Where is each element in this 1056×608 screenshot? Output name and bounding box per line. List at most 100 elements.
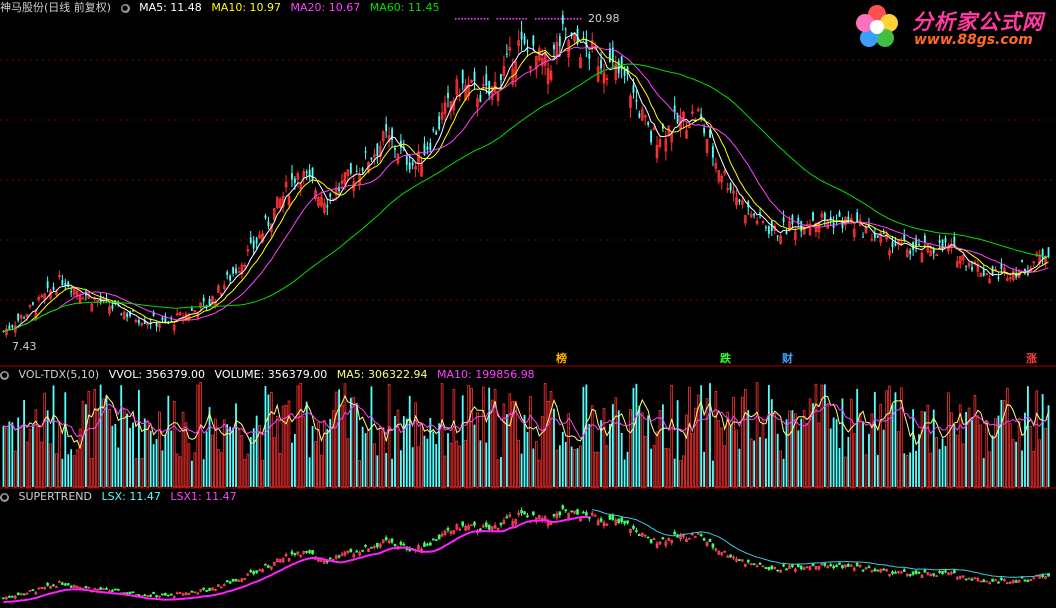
supertrend-body: [169, 593, 173, 596]
volume-bar: [755, 382, 759, 488]
volume-bar: [349, 397, 352, 487]
supertrend-body: [52, 584, 55, 587]
vvol-readout: VVOL: 356379.00: [108, 368, 206, 381]
candle-body: [647, 122, 650, 125]
flower-icon: [856, 5, 898, 47]
supertrend-body: [873, 568, 877, 572]
supertrend-body: [1014, 580, 1018, 583]
supertrend-body: [128, 591, 132, 594]
volume-bar: [1024, 412, 1026, 487]
volume-bar: [1027, 386, 1029, 487]
volume-bar: [426, 438, 429, 487]
volume-bar: [776, 433, 779, 487]
candle-body: [532, 35, 535, 46]
signal-dot: [506, 18, 508, 20]
settings-circle-icon[interactable]: ●: [120, 3, 130, 13]
stock-title[interactable]: 神马股份(日线 前复权): [0, 1, 111, 14]
supertrend-body: [370, 546, 373, 549]
supertrend-body: [570, 510, 573, 513]
supertrend-body: [349, 548, 353, 553]
candle-body: [349, 163, 352, 174]
stock-chart[interactable]: [0, 0, 1056, 608]
signal-dot: [525, 18, 527, 20]
supertrend-body: [361, 549, 364, 552]
event-marker-cai[interactable]: 财: [782, 350, 793, 366]
volume-bar: [800, 418, 803, 487]
settings-circle-icon[interactable]: ●: [0, 492, 9, 502]
supertrend-body: [105, 588, 108, 590]
watermark-url: www.88gs.com: [914, 32, 1033, 48]
supertrend-body: [337, 555, 341, 558]
volume-bar: [467, 385, 470, 488]
volume-bar: [620, 432, 623, 487]
volume-bar: [158, 411, 161, 488]
volume-bar: [765, 438, 767, 487]
volume-bar: [605, 445, 609, 488]
signal-dot: [567, 18, 569, 20]
volume-bar: [172, 400, 176, 488]
signal-dot: [519, 18, 521, 20]
event-marker-die[interactable]: 跌: [720, 350, 731, 366]
candle-body: [432, 129, 435, 131]
volume-bar: [291, 442, 293, 487]
supertrend-body: [2, 597, 5, 600]
volume-bar: [296, 385, 300, 488]
candle-body: [364, 151, 367, 153]
volume-bar: [888, 385, 891, 488]
candle-body: [235, 268, 237, 274]
candle-body: [485, 74, 488, 86]
volume-bar: [385, 453, 388, 487]
volume-bar: [5, 427, 8, 488]
supertrend-body: [564, 509, 568, 512]
volume-bar: [709, 383, 711, 487]
vol-indicator-name[interactable]: VOL-TDX(5,10): [19, 368, 100, 381]
supertrend-body: [426, 543, 429, 546]
supertrend-body: [576, 509, 579, 515]
candle-body: [361, 167, 364, 171]
signal-dot: [538, 18, 540, 20]
volume-bar: [43, 392, 46, 488]
candle-body: [408, 162, 411, 170]
volume-bar: [376, 455, 379, 487]
volume-bar: [40, 441, 44, 488]
candle-body: [776, 235, 779, 237]
candle-body: [638, 113, 641, 118]
volume-bar: [222, 419, 226, 488]
candle-body: [847, 216, 850, 224]
candle-body: [812, 212, 814, 222]
volume-bar: [58, 423, 61, 488]
vol-ma5-readout: MA5: 306322.94: [336, 368, 428, 381]
volume-bar: [87, 390, 91, 488]
volume-bar: [897, 431, 900, 488]
supertrend-body: [328, 557, 332, 560]
volume-bar: [275, 415, 279, 488]
candle-body: [226, 272, 229, 275]
candle-body: [520, 31, 523, 40]
volume-bar: [490, 399, 494, 488]
candle-body: [267, 221, 270, 227]
supertrend-body: [941, 570, 944, 574]
volume-bar: [1035, 390, 1039, 488]
volume-bar: [1047, 405, 1050, 487]
volume-bar: [323, 420, 326, 488]
supertrend-body: [646, 536, 650, 539]
event-marker-zhang[interactable]: 涨: [1026, 350, 1037, 366]
volume-bar: [126, 413, 129, 487]
signal-dot: [512, 18, 515, 20]
supertrend-body: [499, 522, 503, 526]
volume-bar: [738, 448, 741, 487]
supertrend-body: [22, 593, 26, 596]
volume-bar: [55, 453, 58, 488]
settings-circle-icon[interactable]: ●: [0, 370, 9, 380]
signal-dot: [535, 18, 537, 20]
event-marker-bang[interactable]: 榜: [556, 350, 567, 366]
candle-body: [394, 148, 396, 151]
volume-bar: [396, 409, 400, 488]
supertrend-body: [855, 562, 859, 567]
volume-bar: [134, 458, 138, 488]
signal-dot: [464, 18, 467, 20]
supertrend-indicator-name[interactable]: SUPERTREND: [19, 490, 92, 503]
volume-bar: [938, 449, 941, 487]
candle-body: [329, 193, 332, 197]
volume-bar: [844, 456, 847, 488]
